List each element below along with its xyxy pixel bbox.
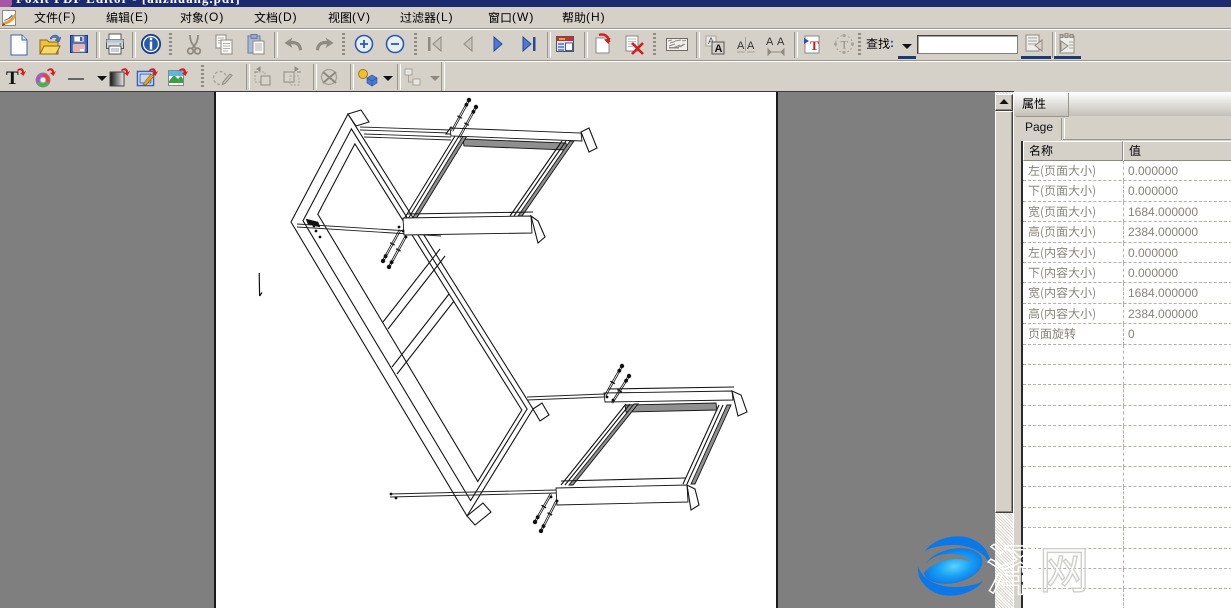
svg-text:A: A — [715, 43, 723, 55]
svg-text:A: A — [737, 40, 745, 52]
svg-text:A: A — [777, 36, 785, 48]
svg-text:A: A — [747, 40, 755, 52]
svg-text:T: T — [841, 38, 849, 52]
svg-text:A: A — [766, 36, 774, 48]
svg-text:T: T — [6, 68, 19, 89]
svg-text:T: T — [810, 38, 819, 53]
